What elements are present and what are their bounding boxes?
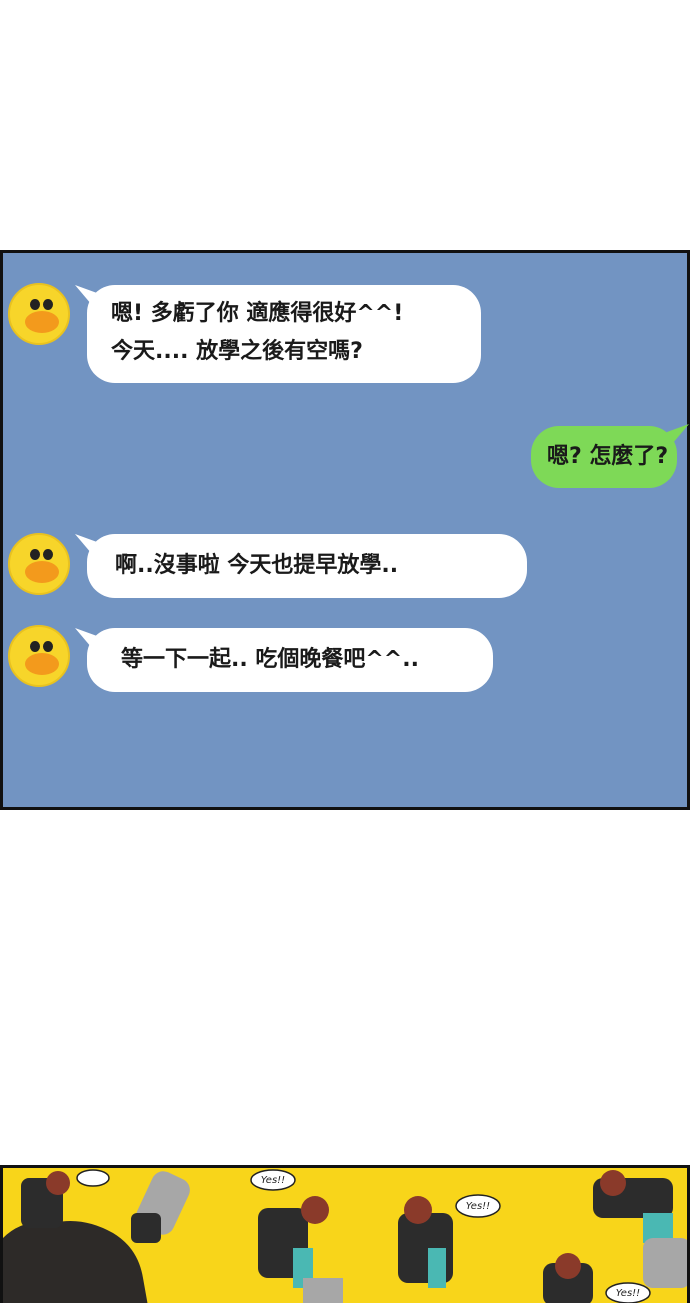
message-line: 等一下一起.. 吃個晚餐吧^^.. [121, 647, 419, 672]
duck-avatar-icon [8, 533, 70, 595]
message-bubble-incoming: 嗯! 多虧了你 適應得很好^^! 今天.... 放學之後有空嗎? [87, 285, 481, 383]
speech-text: Yes!! [616, 1288, 640, 1299]
duck-avatar-icon [8, 625, 70, 687]
comic-strip-panel: Yes!! Yes!! Yes!! [0, 1165, 690, 1303]
message-line: 嗯? 怎麼了? [547, 444, 669, 469]
message-line: 啊..沒事啦 今天也提早放學.. [115, 553, 399, 578]
chat-panel: 嗯! 多虧了你 適應得很好^^! 今天.... 放學之後有空嗎? 嗯? 怎麼了?… [0, 250, 690, 810]
message-line: 嗯! 多虧了你 適應得很好^^! [111, 301, 404, 326]
duck-avatar-icon [8, 283, 70, 345]
message-bubble-outgoing: 嗯? 怎麼了? [531, 426, 677, 488]
speech-text: Yes!! [466, 1201, 490, 1212]
message-line: 今天.... 放學之後有空嗎? [111, 339, 363, 364]
message-bubble-incoming: 啊..沒事啦 今天也提早放學.. [87, 534, 527, 598]
message-bubble-incoming: 等一下一起.. 吃個晚餐吧^^.. [87, 628, 493, 692]
speech-text: Yes!! [261, 1175, 285, 1186]
comic-illustration: Yes!! Yes!! Yes!! [3, 1169, 687, 1303]
